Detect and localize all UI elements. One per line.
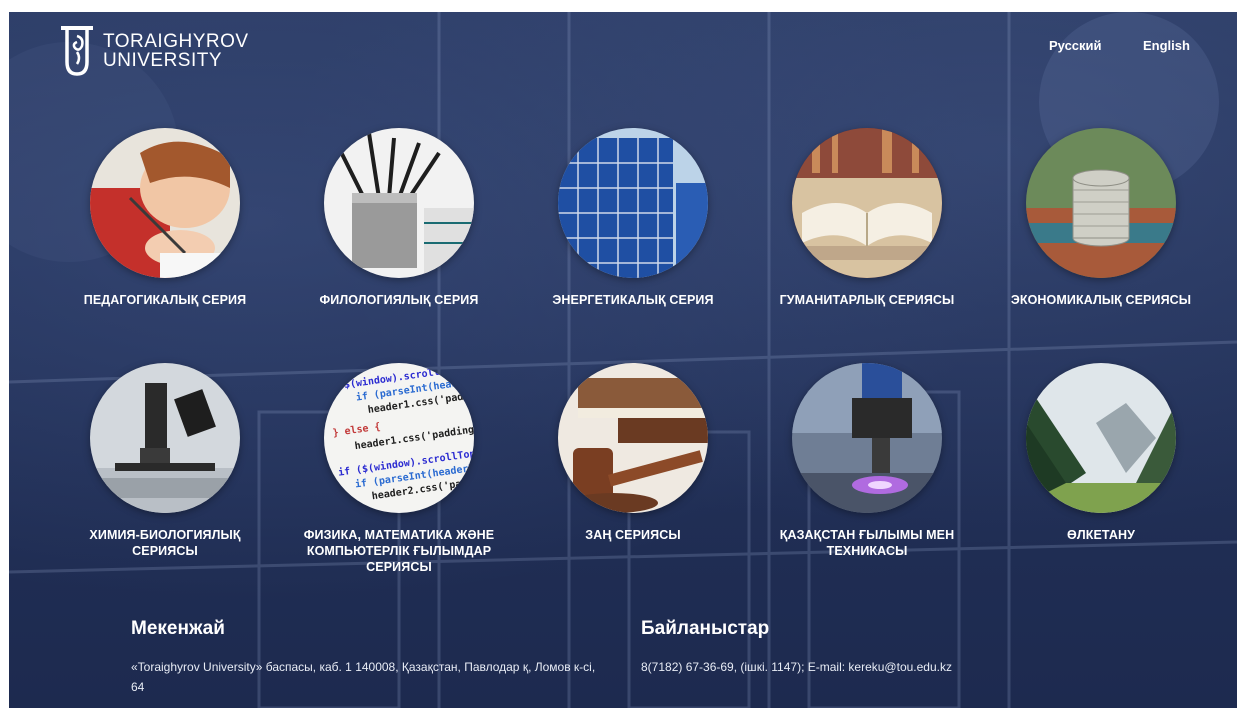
university-logo[interactable]: TORAIGHYROV UNIVERSITY xyxy=(57,22,249,80)
series-card-economics[interactable]: ЭКОНОМИКАЛЫҚ СЕРИЯСЫ xyxy=(993,128,1209,308)
series-label[interactable]: ЭНЕРГЕТИКАЛЫҚ СЕРИЯ xyxy=(525,292,741,308)
brand-line1: TORAIGHYROV xyxy=(103,31,249,52)
series-card-physics-math-cs[interactable]: $(window).scroll if (parseInt(header1 he… xyxy=(291,363,507,575)
coins-image xyxy=(1026,128,1176,278)
language-english-link[interactable]: English xyxy=(1143,38,1190,53)
series-image[interactable]: $(window).scroll if (parseInt(header1 he… xyxy=(324,363,474,513)
open-book-image xyxy=(792,128,942,278)
series-card-law[interactable]: ЗАҢ СЕРИЯСЫ xyxy=(525,363,741,543)
series-image[interactable] xyxy=(1026,363,1176,513)
series-label[interactable]: ЗАҢ СЕРИЯСЫ xyxy=(525,527,741,543)
microscope-image xyxy=(90,363,240,513)
child-writing-image xyxy=(90,128,240,278)
series-label[interactable]: ФИЗИКА, МАТЕМАТИКА ЖӘНЕ КОМПЬЮТЕРЛІК ҒЫЛ… xyxy=(291,527,507,575)
series-card-humanities[interactable]: ГУМАНИТАРЛЫҚ СЕРИЯСЫ xyxy=(759,128,975,308)
contacts-text: 8(7182) 67-36-69, (ішкі. 1147); E-mail: … xyxy=(641,660,952,674)
building-facade-background xyxy=(9,12,1237,708)
pencil-holder-image xyxy=(324,128,474,278)
series-label[interactable]: ФИЛОЛОГИЯЛЫҚ СЕРИЯ xyxy=(291,292,507,308)
brand-line2: UNIVERSITY xyxy=(103,50,223,71)
series-image[interactable] xyxy=(792,128,942,278)
series-card-kz-science-tech[interactable]: ҚАЗАҚСТАН ҒЫЛЫМЫ МЕН ТЕХНИКАСЫ xyxy=(759,363,975,559)
series-card-local-history[interactable]: ӨЛКЕТАНУ xyxy=(993,363,1209,543)
university-emblem-icon xyxy=(61,26,93,76)
code-image: $(window).scroll if (parseInt(header1 he… xyxy=(324,363,474,513)
series-label[interactable]: ГУМАНИТАРЛЫҚ СЕРИЯСЫ xyxy=(759,292,975,308)
series-card-energy[interactable]: ЭНЕРГЕТИКАЛЫҚ СЕРИЯ xyxy=(525,128,741,308)
series-label[interactable]: ХИМИЯ-БИОЛОГИЯЛЫҚ СЕРИЯСЫ xyxy=(57,527,273,559)
solar-panels-image xyxy=(558,128,708,278)
series-card-philological[interactable]: ФИЛОЛОГИЯЛЫҚ СЕРИЯ xyxy=(291,128,507,308)
university-name: TORAIGHYROV UNIVERSITY xyxy=(103,32,249,70)
series-image[interactable] xyxy=(90,363,240,513)
series-image[interactable] xyxy=(792,363,942,513)
cnc-machine-image xyxy=(792,363,942,513)
series-label[interactable]: ЭКОНОМИКАЛЫҚ СЕРИЯСЫ xyxy=(993,292,1209,308)
series-image[interactable] xyxy=(324,128,474,278)
language-russian-link[interactable]: Русский xyxy=(1049,38,1102,53)
series-card-pedagogical[interactable]: ПЕДАГОГИКАЛЫҚ СЕРИЯ xyxy=(57,128,273,308)
series-label[interactable]: ҚАЗАҚСТАН ҒЫЛЫМЫ МЕН ТЕХНИКАСЫ xyxy=(759,527,975,559)
series-image[interactable] xyxy=(90,128,240,278)
gavel-image xyxy=(558,363,708,513)
series-label[interactable]: ӨЛКЕТАНУ xyxy=(993,527,1209,543)
series-label[interactable]: ПЕДАГОГИКАЛЫҚ СЕРИЯ xyxy=(57,292,273,308)
series-image[interactable] xyxy=(558,128,708,278)
address-text: «Toraighyrov University» баспасы, каб. 1… xyxy=(131,660,596,694)
address-title: Мекенжай xyxy=(131,618,225,639)
series-image[interactable] xyxy=(558,363,708,513)
series-image[interactable] xyxy=(1026,128,1176,278)
contacts-title: Байланыстар xyxy=(641,618,770,639)
page-background: TORAIGHYROV UNIVERSITY Русский English П… xyxy=(9,12,1237,708)
mountain-landscape-image xyxy=(1026,363,1176,513)
series-card-chem-bio[interactable]: ХИМИЯ-БИОЛОГИЯЛЫҚ СЕРИЯСЫ xyxy=(57,363,273,559)
